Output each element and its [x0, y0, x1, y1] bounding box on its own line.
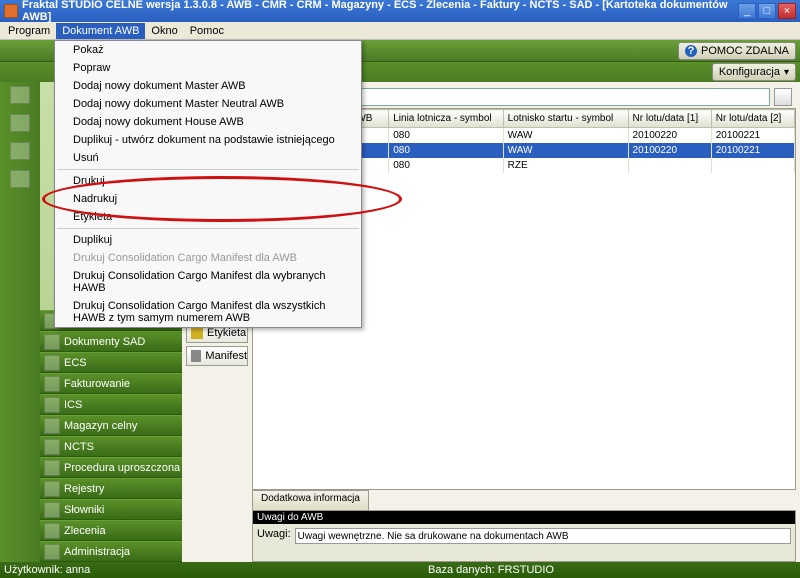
menu-item[interactable]: Duplikuj: [55, 231, 361, 249]
filter-input[interactable]: [317, 88, 770, 106]
iconbar-item[interactable]: [10, 86, 30, 104]
left-iconbar: [0, 82, 40, 562]
nav-item[interactable]: NCTS: [40, 436, 182, 457]
minimize-button[interactable]: _: [738, 3, 756, 19]
menu-item[interactable]: Drukuj Consolidation Cargo Manifest dla …: [55, 267, 361, 297]
nav-item[interactable]: Magazyn celny: [40, 415, 182, 436]
menu-item[interactable]: Dodaj nowy dokument Master Neutral AWB: [55, 95, 361, 113]
remarks-label: Uwagi:: [257, 528, 291, 544]
menu-item[interactable]: Popraw: [55, 59, 361, 77]
menu-item[interactable]: Etykieta: [55, 208, 361, 226]
menu-item[interactable]: Drukuj: [55, 172, 361, 190]
nav-item[interactable]: Słowniki: [40, 499, 182, 520]
app-icon: [4, 4, 18, 18]
menu-item[interactable]: Usuń: [55, 149, 361, 167]
nav-item[interactable]: Rejestry: [40, 478, 182, 499]
nav-item[interactable]: Fakturowanie: [40, 373, 182, 394]
menu-item[interactable]: Dodaj nowy dokument Master AWB: [55, 77, 361, 95]
iconbar-item[interactable]: [10, 114, 30, 132]
remarks-input[interactable]: [295, 528, 791, 544]
menu-item[interactable]: Nadrukuj: [55, 190, 361, 208]
iconbar-item[interactable]: [10, 142, 30, 160]
config-button[interactable]: Konfiguracja ▾: [712, 63, 796, 81]
help-button[interactable]: ?POMOC ZDALNA: [678, 42, 796, 60]
menu-item[interactable]: Pokaż: [55, 41, 361, 59]
bottom-tabs: Dodatkowa informacja: [252, 490, 796, 510]
column-header[interactable]: Nr lotu/data [2]: [711, 110, 794, 128]
menubar: Program Dokument AWB Okno Pomoc: [0, 22, 800, 40]
statusbar: Użytkownik: anna Baza danych: FRSTUDIO: [0, 562, 800, 578]
bottom-header: Uwagi do AWB: [253, 511, 795, 524]
tab-extra-info[interactable]: Dodatkowa informacja: [252, 490, 369, 510]
nav-item[interactable]: Dokumenty SAD: [40, 331, 182, 352]
window-title: Fraktal STUDIO CELNE wersja 1.3.0.8 - AW…: [22, 0, 738, 23]
column-header[interactable]: Lotnisko startu - symbol: [503, 110, 628, 128]
menu-item[interactable]: Drukuj Consolidation Cargo Manifest dla …: [55, 297, 361, 327]
close-button[interactable]: ×: [778, 3, 796, 19]
nav-item[interactable]: ECS: [40, 352, 182, 373]
nav-item[interactable]: Administracja: [40, 541, 182, 562]
manifest-button[interactable]: Manifest: [186, 346, 248, 366]
bottom-box: Uwagi do AWB Uwagi:: [252, 510, 796, 562]
column-header[interactable]: Nr lotu/data [1]: [628, 110, 711, 128]
titlebar: Fraktal STUDIO CELNE wersja 1.3.0.8 - AW…: [0, 0, 800, 22]
column-header[interactable]: Linia lotnicza - symbol: [389, 110, 503, 128]
question-icon: ?: [685, 45, 697, 57]
menu-okno[interactable]: Okno: [145, 23, 183, 39]
nav-item[interactable]: ICS: [40, 394, 182, 415]
menu-dokument-awb[interactable]: Dokument AWB: [56, 23, 145, 39]
maximize-button[interactable]: □: [758, 3, 776, 19]
nav-item[interactable]: Zlecenia: [40, 520, 182, 541]
menu-pomoc[interactable]: Pomoc: [184, 23, 230, 39]
menu-item[interactable]: Dodaj nowy dokument House AWB: [55, 113, 361, 131]
menu-item[interactable]: Drukuj Consolidation Cargo Manifest dla …: [55, 249, 361, 267]
nav-item[interactable]: Procedura uproszczona: [40, 457, 182, 478]
iconbar-item[interactable]: [10, 170, 30, 188]
menu-item[interactable]: Duplikuj - utwórz dokument na podstawie …: [55, 131, 361, 149]
label-icon: [191, 327, 203, 339]
menu-program[interactable]: Program: [2, 23, 56, 39]
manifest-icon: [191, 350, 201, 362]
filter-go-button[interactable]: [774, 88, 792, 106]
dropdown-menu: PokażPoprawDodaj nowy dokument Master AW…: [54, 40, 362, 328]
